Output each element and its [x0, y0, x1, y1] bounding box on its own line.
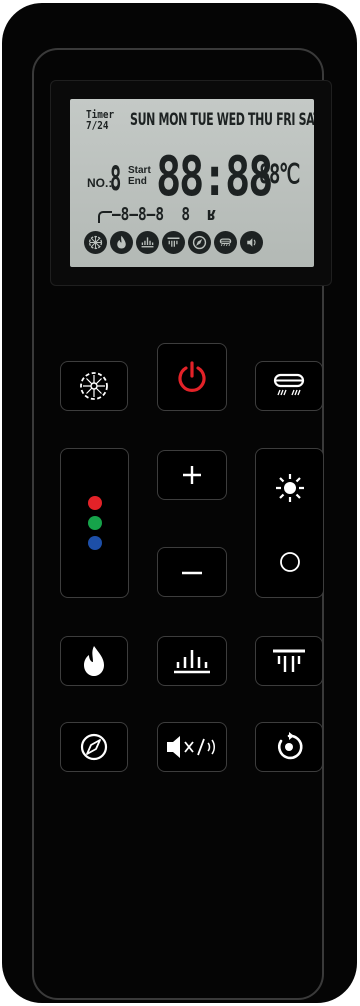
brightness-button[interactable]: [255, 448, 324, 598]
start-end-indicator: Start End: [128, 165, 151, 187]
led-color-button[interactable]: [60, 448, 129, 598]
sun-icon: [275, 474, 304, 502]
heat-fan-icon: [273, 649, 305, 672]
start-label: Start: [128, 165, 151, 176]
sound-mute-icon: [167, 736, 215, 758]
heater-wheel-button[interactable]: [60, 361, 128, 411]
green-led-dot: [87, 516, 102, 530]
program-number-label: NO.:: [87, 176, 113, 190]
flame-height-button[interactable]: [157, 636, 227, 686]
reset-icon: [278, 732, 303, 760]
program-number-digit: 8: [110, 159, 122, 199]
day-tue: TUE: [190, 110, 214, 130]
fan-mode-button[interactable]: [255, 361, 323, 411]
power-icon: [178, 361, 206, 392]
heater-wheel-icon: [84, 231, 107, 254]
day-wed: WED: [216, 110, 245, 130]
compass-button[interactable]: [60, 722, 128, 772]
fan-mode-icon: [214, 231, 237, 254]
flame-icon: [84, 646, 104, 676]
blue-led-dot: [87, 536, 102, 550]
day-mon: MON: [158, 110, 187, 130]
plus-icon: [183, 466, 201, 484]
weekday-row: SUN MON TUE WED THU FRI SAT: [130, 110, 314, 130]
segment-digits: –8–8–8 8 ʁ: [112, 204, 217, 225]
compass-icon: [80, 733, 108, 761]
day-sat: SAT: [298, 110, 314, 130]
timer-indicator: Timer 7/24: [86, 109, 114, 131]
clock-digits: 88:88: [156, 145, 273, 208]
flame-button[interactable]: [60, 636, 128, 686]
heat-fan-button[interactable]: [255, 636, 323, 686]
day-sun: SUN: [130, 110, 156, 130]
end-label: End: [128, 176, 147, 187]
red-led-dot: [87, 496, 102, 510]
flame-height-icon: [174, 650, 210, 674]
day-thu: THU: [248, 110, 273, 130]
plus-button[interactable]: [157, 450, 227, 500]
segment-row: –8–8–8 8 ʁ: [98, 204, 298, 225]
flame-icon: [110, 231, 133, 254]
reset-button[interactable]: [255, 722, 323, 772]
compass-icon: [188, 231, 211, 254]
flame-height-icon: [136, 231, 159, 254]
fan-mode-icon: [273, 373, 305, 396]
timer-sub-label: 7/24: [86, 119, 109, 132]
lcd-icon-row: [84, 231, 263, 254]
segment-bracket: [98, 211, 112, 223]
heat-fan-icon: [162, 231, 185, 254]
sound-mute-button[interactable]: [157, 722, 227, 772]
minus-button[interactable]: [157, 547, 227, 597]
lcd-display: Timer 7/24 SUN MON TUE WED THU FRI SAT N…: [70, 99, 314, 267]
sound-icon: [240, 231, 263, 254]
circle-off-icon: [279, 552, 300, 572]
power-button[interactable]: [157, 343, 227, 411]
day-fri: FRI: [276, 110, 296, 130]
heater-wheel-icon: [80, 372, 108, 400]
temperature-readout: 88℃: [259, 159, 300, 190]
minus-icon: [182, 571, 202, 575]
